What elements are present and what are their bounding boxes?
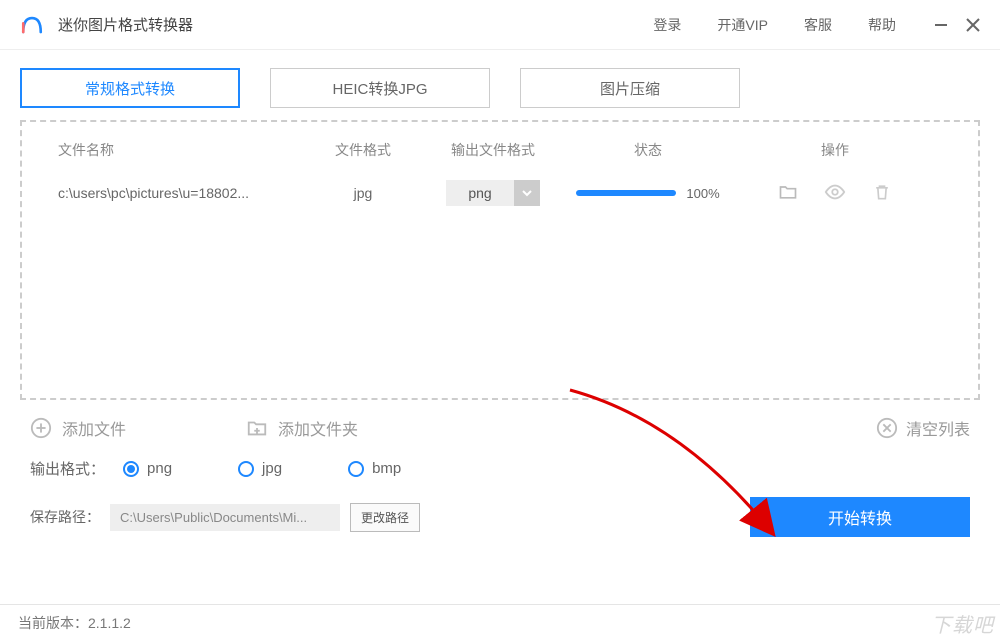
version-label: 当前版本： xyxy=(18,613,88,633)
save-path-row: 保存路径： C:\Users\Public\Documents\Mi... 更改… xyxy=(20,487,980,547)
minimize-icon xyxy=(933,17,949,33)
save-path-label: 保存路径： xyxy=(30,507,100,527)
radio-bmp-label: bmp xyxy=(372,460,401,477)
radio-jpg-label: jpg xyxy=(262,460,282,477)
nav-help[interactable]: 帮助 xyxy=(868,15,896,35)
folder-plus-icon xyxy=(246,417,268,439)
close-icon xyxy=(965,17,981,33)
radio-icon xyxy=(123,461,139,477)
radio-icon xyxy=(238,461,254,477)
clear-list-label: 清空列表 xyxy=(906,416,970,440)
add-folder-label: 添加文件夹 xyxy=(278,416,358,440)
radio-png[interactable]: png xyxy=(123,460,172,477)
output-format-label: 输出格式： xyxy=(30,458,105,479)
nav-links: 登录 开通VIP 客服 帮助 xyxy=(653,15,896,35)
main-content: 常规格式转换 HEIC转换JPG 图片压缩 文件名称 文件格式 输出文件格式 状… xyxy=(0,50,1000,547)
header-output: 输出文件格式 xyxy=(418,140,568,160)
trash-icon xyxy=(872,182,892,202)
cell-format: jpg xyxy=(308,185,418,201)
start-convert-button[interactable]: 开始转换 xyxy=(750,497,970,537)
cell-status: 100% xyxy=(568,186,728,201)
add-file-label: 添加文件 xyxy=(62,416,126,440)
tab-compress[interactable]: 图片压缩 xyxy=(520,68,740,108)
nav-login[interactable]: 登录 xyxy=(653,15,681,35)
table-header-row: 文件名称 文件格式 输出文件格式 状态 操作 xyxy=(22,122,978,174)
close-button[interactable] xyxy=(964,16,982,34)
app-window: 迷你图片格式转换器 登录 开通VIP 客服 帮助 常规格式转换 HEIC转换JP… xyxy=(0,0,1000,640)
nav-service[interactable]: 客服 xyxy=(804,15,832,35)
action-row: 添加文件 添加文件夹 清空列表 xyxy=(20,400,980,450)
eye-icon xyxy=(824,181,846,203)
tab-heic-to-jpg[interactable]: HEIC转换JPG xyxy=(270,68,490,108)
cell-ops xyxy=(728,181,942,206)
save-path-input[interactable]: C:\Users\Public\Documents\Mi... xyxy=(110,504,340,531)
output-format-value: png xyxy=(446,185,513,201)
app-logo-icon xyxy=(18,11,46,39)
radio-bmp[interactable]: bmp xyxy=(348,460,401,477)
header-format: 文件格式 xyxy=(308,140,418,160)
chevron-down-icon xyxy=(514,180,540,206)
tab-normal-convert[interactable]: 常规格式转换 xyxy=(20,68,240,108)
progress-text: 100% xyxy=(686,186,719,201)
nav-vip[interactable]: 开通VIP xyxy=(717,15,768,35)
table-row: c:\users\pc\pictures\u=18802... jpg png … xyxy=(22,174,978,212)
app-title: 迷你图片格式转换器 xyxy=(58,14,193,35)
radio-jpg[interactable]: jpg xyxy=(238,460,282,477)
header-ops: 操作 xyxy=(728,140,942,160)
minimize-button[interactable] xyxy=(932,16,950,34)
radio-png-label: png xyxy=(147,460,172,477)
add-folder-button[interactable]: 添加文件夹 xyxy=(246,416,358,440)
footer: 当前版本： 2.1.1.2 xyxy=(0,604,1000,640)
delete-button[interactable] xyxy=(872,182,892,205)
cell-output-format: png xyxy=(418,180,568,206)
preview-button[interactable] xyxy=(824,181,846,206)
add-file-button[interactable]: 添加文件 xyxy=(30,416,126,440)
folder-icon xyxy=(778,182,798,202)
change-path-button[interactable]: 更改路径 xyxy=(350,503,420,532)
clear-icon xyxy=(876,417,898,439)
output-format-select[interactable]: png xyxy=(446,180,539,206)
file-drop-area[interactable]: 文件名称 文件格式 输出文件格式 状态 操作 c:\users\pc\pictu… xyxy=(20,120,980,400)
tabs: 常规格式转换 HEIC转换JPG 图片压缩 xyxy=(20,68,980,108)
open-folder-button[interactable] xyxy=(778,182,798,205)
header-status: 状态 xyxy=(568,140,728,160)
header-filename: 文件名称 xyxy=(58,140,308,160)
clear-list-button[interactable]: 清空列表 xyxy=(876,416,970,440)
output-format-row: 输出格式： png jpg bmp xyxy=(20,450,980,487)
progress-bar xyxy=(576,190,676,196)
cell-filename: c:\users\pc\pictures\u=18802... xyxy=(58,185,308,201)
version-value: 2.1.1.2 xyxy=(88,615,131,631)
plus-circle-icon xyxy=(30,417,52,439)
titlebar: 迷你图片格式转换器 登录 开通VIP 客服 帮助 xyxy=(0,0,1000,50)
radio-icon xyxy=(348,461,364,477)
